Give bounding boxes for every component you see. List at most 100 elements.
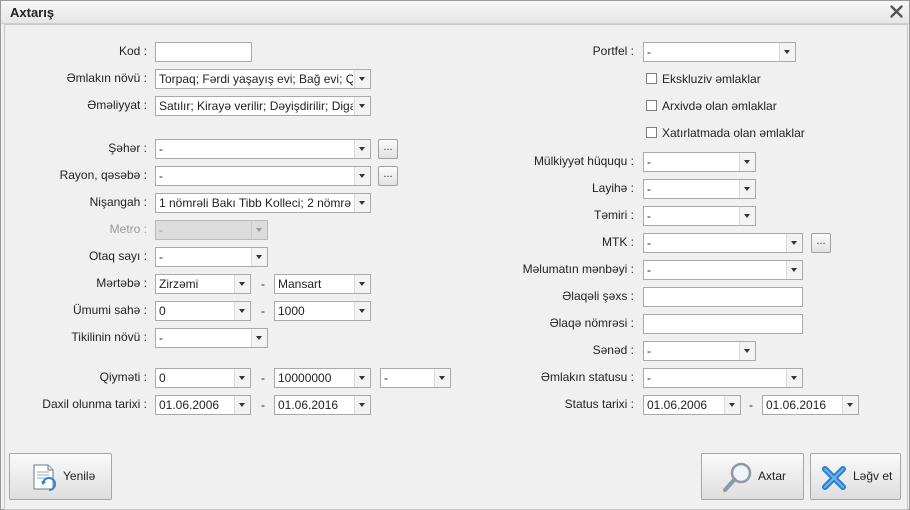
chevron-down-icon[interactable] [739,207,755,225]
qiymet-to-value: 10000000 [278,371,332,385]
nisangah-label: Nişangah : [89,195,147,209]
otaq-select[interactable]: - [155,247,268,267]
chevron-down-icon[interactable] [739,342,755,360]
metro-value: - [159,223,163,237]
status-label: Əmlakın statusu : [540,370,634,384]
chevron-down-icon[interactable] [354,275,370,293]
chevron-down-icon[interactable] [354,140,370,158]
chevron-down-icon[interactable] [786,369,802,387]
rayon-browse-button[interactable]: ... [378,166,398,186]
chevron-down-icon[interactable] [786,234,802,252]
chevron-down-icon[interactable] [234,369,250,387]
refresh-button[interactable]: Yenilə [9,453,112,500]
mtk-select[interactable]: - [643,233,803,253]
status-to-value: 01.06.2016 [766,398,827,412]
daxil-label: Daxil olunma tarixi : [42,397,147,411]
metro-select: - [155,220,268,240]
currency-value: - [384,371,388,385]
sened-select[interactable]: - [643,341,756,361]
layihe-select[interactable]: - [643,179,756,199]
elaqeli-input[interactable] [643,287,803,307]
chevron-down-icon[interactable] [354,97,370,115]
sahe-from-select[interactable]: 0 [155,301,251,321]
temiri-select[interactable]: - [643,206,756,226]
daxil-from-value: 01.06.2006 [159,398,220,412]
sened-label: Sənəd : [592,343,634,357]
chevron-down-icon[interactable] [354,369,370,387]
status-select[interactable]: - [643,368,803,388]
cancel-button[interactable]: Ləğv et [810,453,901,500]
chevron-down-icon[interactable] [354,167,370,185]
checkbox-box[interactable] [646,73,657,84]
daxil-to-date[interactable]: 01.06.2016 [274,395,371,415]
mertebe-from-value: Zirzəmi [159,277,199,291]
qiymet-from-select[interactable]: 0 [155,368,251,388]
nisangah-select[interactable]: 1 nömrəli Bakı Tibb Kolleci; 2 nömrə [155,193,371,213]
refresh-document-icon [33,464,56,491]
tikili-select[interactable]: - [155,328,268,348]
portfel-select[interactable]: - [643,42,796,62]
menbe-label: Məlumatın mənbəyi : [522,262,634,276]
status-value: - [647,371,651,385]
chevron-down-icon[interactable] [354,302,370,320]
chevron-down-icon[interactable] [786,261,802,279]
emlak-novu-label: Əmlakın növü : [66,71,147,85]
qiymet-to-select[interactable]: 10000000 [274,368,371,388]
checkbox-box[interactable] [646,100,657,111]
emlak-novu-select[interactable]: Torpaq; Fərdi yaşayış evi; Bağ evi; Qa [155,69,371,89]
seher-browse-button[interactable]: ... [378,139,398,159]
chevron-down-icon[interactable] [779,43,795,61]
chevron-down-icon[interactable] [842,396,858,414]
portfel-value: - [647,45,651,59]
chevron-down-icon[interactable] [251,248,267,266]
layihe-label: Layihə : [591,181,634,195]
xatirlatma-label: Xatırlatmada olan əmlaklar [662,126,805,140]
chevron-down-icon[interactable] [354,396,370,414]
chevron-down-icon[interactable] [724,396,740,414]
sahe-to-select[interactable]: 1000 [274,301,371,321]
status-from-date[interactable]: 01.06.2006 [643,395,741,415]
status-to-date[interactable]: 01.06.2016 [762,395,859,415]
refresh-label: Yenilə [63,469,96,483]
seher-label: Şəhər : [108,141,147,155]
chevron-down-icon[interactable] [434,369,450,387]
daxil-to-value: 01.06.2016 [278,398,339,412]
layihe-value: - [647,182,651,196]
daxil-from-date[interactable]: 01.06.2006 [155,395,251,415]
close-icon[interactable] [888,3,905,20]
emeliyyat-select[interactable]: Satılır; Kirayə verilir; Dəyişdirilir; D… [155,96,371,116]
chevron-down-icon[interactable] [251,329,267,347]
mtk-browse-button[interactable]: ... [811,233,831,253]
rayon-select[interactable]: - [155,166,371,186]
mulkiyyet-value: - [647,155,651,169]
rayon-value: - [159,169,163,183]
chevron-down-icon[interactable] [354,70,370,88]
sahe-label: Ümumi sahə : [72,303,147,317]
ekskluziv-label: Ekskluziv əmlaklar [662,72,761,86]
chevron-down-icon[interactable] [354,194,370,212]
chevron-down-icon[interactable] [739,180,755,198]
range-dash: - [261,398,265,412]
chevron-down-icon[interactable] [234,275,250,293]
mertebe-to-value: Mansart [278,277,322,291]
kod-input[interactable] [155,42,252,62]
chevron-down-icon[interactable] [234,396,250,414]
mertebe-label: Mərtəbə : [96,276,147,290]
sahe-from-value: 0 [159,304,166,318]
menbe-select[interactable]: - [643,260,803,280]
range-dash: - [261,277,265,291]
seher-value: - [159,142,163,156]
menbe-value: - [647,263,651,277]
chevron-down-icon[interactable] [234,302,250,320]
portfel-label: Portfel : [592,44,634,58]
mertebe-to-select[interactable]: Mansart [274,274,371,294]
tikili-value: - [159,331,163,345]
mulkiyyet-select[interactable]: - [643,152,756,172]
currency-select[interactable]: - [380,368,451,388]
chevron-down-icon[interactable] [739,153,755,171]
mertebe-from-select[interactable]: Zirzəmi [155,274,251,294]
search-button[interactable]: Axtar [701,453,804,500]
checkbox-box[interactable] [646,127,657,138]
seher-select[interactable]: - [155,139,371,159]
elaqe-nomre-input[interactable] [643,314,803,334]
